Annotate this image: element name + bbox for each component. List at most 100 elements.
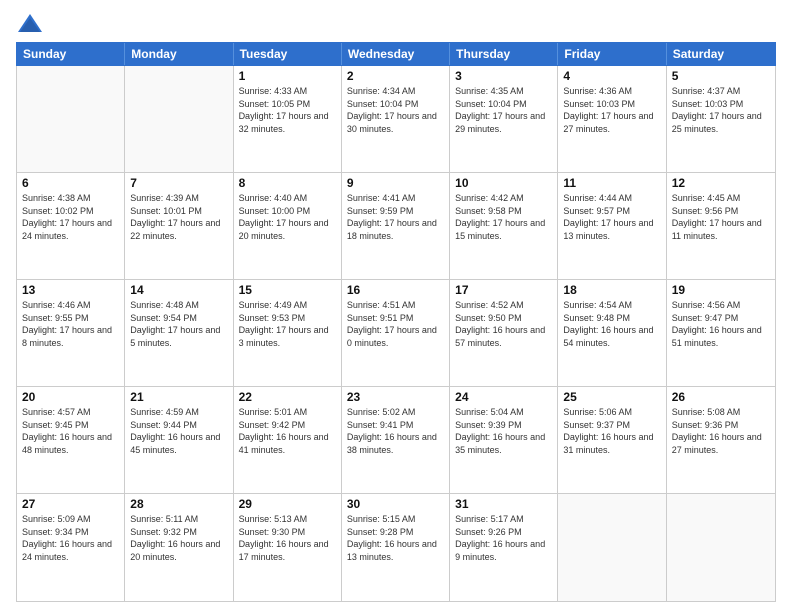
header-cell-friday: Friday [558, 43, 666, 65]
day-info: Sunrise: 4:49 AMSunset: 9:53 PMDaylight:… [239, 299, 336, 349]
day-cell-23: 23 Sunrise: 5:02 AMSunset: 9:41 PMDayligh… [342, 387, 450, 493]
day-number: 15 [239, 283, 336, 297]
day-info: Sunrise: 4:33 AMSunset: 10:05 PMDaylight… [239, 85, 336, 135]
day-cell-2: 2 Sunrise: 4:34 AMSunset: 10:04 PMDayligh… [342, 66, 450, 172]
logo-icon [16, 10, 44, 38]
day-number: 22 [239, 390, 336, 404]
day-cell-18: 18 Sunrise: 4:54 AMSunset: 9:48 PMDayligh… [558, 280, 666, 386]
header-cell-saturday: Saturday [667, 43, 775, 65]
day-number: 25 [563, 390, 660, 404]
calendar-header: SundayMondayTuesdayWednesdayThursdayFrid… [16, 42, 776, 66]
day-info: Sunrise: 4:34 AMSunset: 10:04 PMDaylight… [347, 85, 444, 135]
day-number: 2 [347, 69, 444, 83]
empty-cell [667, 494, 775, 601]
day-info: Sunrise: 4:37 AMSunset: 10:03 PMDaylight… [672, 85, 770, 135]
day-number: 11 [563, 176, 660, 190]
day-info: Sunrise: 4:40 AMSunset: 10:00 PMDaylight… [239, 192, 336, 242]
day-cell-31: 31Sunrise: 5:17 AMSunset: 9:26 PMDayligh… [450, 494, 558, 601]
week-row-5: 27 Sunrise: 5:09 AMSunset: 9:34 PMDayligh… [17, 494, 775, 601]
day-cell-14: 14 Sunrise: 4:48 AMSunset: 9:54 PMDayligh… [125, 280, 233, 386]
day-number: 23 [347, 390, 444, 404]
week-row-3: 13 Sunrise: 4:46 AMSunset: 9:55 PMDayligh… [17, 280, 775, 387]
day-cell-20: 20 Sunrise: 4:57 AMSunset: 9:45 PMDayligh… [17, 387, 125, 493]
day-number: 16 [347, 283, 444, 297]
day-info: Sunrise: 4:45 AMSunset: 9:56 PMDaylight:… [672, 192, 770, 242]
day-number: 27 [22, 497, 119, 511]
day-number: 8 [239, 176, 336, 190]
day-cell-27: 27 Sunrise: 5:09 AMSunset: 9:34 PMDayligh… [17, 494, 125, 601]
day-number: 28 [130, 497, 227, 511]
day-info: Sunrise: 5:15 AMSunset: 9:28 PMDaylight:… [347, 513, 444, 563]
day-number: 12 [672, 176, 770, 190]
day-cell-13: 13 Sunrise: 4:46 AMSunset: 9:55 PMDayligh… [17, 280, 125, 386]
day-number: 13 [22, 283, 119, 297]
day-info: Sunrise: 5:02 AMSunset: 9:41 PMDaylight:… [347, 406, 444, 456]
day-cell-22: 22Sunrise: 5:01 AMSunset: 9:42 PMDayligh… [234, 387, 342, 493]
header-cell-thursday: Thursday [450, 43, 558, 65]
day-cell-7: 7 Sunrise: 4:39 AMSunset: 10:01 PMDayligh… [125, 173, 233, 279]
day-cell-12: 12 Sunrise: 4:45 AMSunset: 9:56 PMDayligh… [667, 173, 775, 279]
day-number: 1 [239, 69, 336, 83]
day-number: 7 [130, 176, 227, 190]
header-cell-tuesday: Tuesday [234, 43, 342, 65]
header-cell-wednesday: Wednesday [342, 43, 450, 65]
day-cell-28: 28Sunrise: 5:11 AMSunset: 9:32 PMDayligh… [125, 494, 233, 601]
day-cell-24: 24 Sunrise: 5:04 AMSunset: 9:39 PMDayligh… [450, 387, 558, 493]
day-cell-17: 17 Sunrise: 4:52 AMSunset: 9:50 PMDayligh… [450, 280, 558, 386]
day-cell-19: 19 Sunrise: 4:56 AMSunset: 9:47 PMDayligh… [667, 280, 775, 386]
day-info: Sunrise: 4:38 AMSunset: 10:02 PMDaylight… [22, 192, 119, 242]
day-cell-11: 11 Sunrise: 4:44 AMSunset: 9:57 PMDayligh… [558, 173, 666, 279]
day-number: 10 [455, 176, 552, 190]
day-info: Sunrise: 5:04 AMSunset: 9:39 PMDaylight:… [455, 406, 552, 456]
header [16, 10, 776, 38]
day-info: Sunrise: 5:08 AMSunset: 9:36 PMDaylight:… [672, 406, 770, 456]
day-number: 6 [22, 176, 119, 190]
day-info: Sunrise: 4:35 AMSunset: 10:04 PMDaylight… [455, 85, 552, 135]
page: SundayMondayTuesdayWednesdayThursdayFrid… [0, 0, 792, 612]
day-cell-1: 1 Sunrise: 4:33 AMSunset: 10:05 PMDayligh… [234, 66, 342, 172]
day-number: 18 [563, 283, 660, 297]
day-info: Sunrise: 4:52 AMSunset: 9:50 PMDaylight:… [455, 299, 552, 349]
day-cell-16: 16 Sunrise: 4:51 AMSunset: 9:51 PMDayligh… [342, 280, 450, 386]
calendar-body: 1 Sunrise: 4:33 AMSunset: 10:05 PMDayligh… [16, 66, 776, 602]
day-cell-5: 5 Sunrise: 4:37 AMSunset: 10:03 PMDayligh… [667, 66, 775, 172]
logo [16, 10, 48, 38]
day-number: 21 [130, 390, 227, 404]
day-number: 24 [455, 390, 552, 404]
day-cell-15: 15 Sunrise: 4:49 AMSunset: 9:53 PMDayligh… [234, 280, 342, 386]
day-info: Sunrise: 4:42 AMSunset: 9:58 PMDaylight:… [455, 192, 552, 242]
week-row-2: 6 Sunrise: 4:38 AMSunset: 10:02 PMDayligh… [17, 173, 775, 280]
day-cell-8: 8 Sunrise: 4:40 AMSunset: 10:00 PMDayligh… [234, 173, 342, 279]
day-info: Sunrise: 5:09 AMSunset: 9:34 PMDaylight:… [22, 513, 119, 563]
day-number: 26 [672, 390, 770, 404]
week-row-4: 20 Sunrise: 4:57 AMSunset: 9:45 PMDayligh… [17, 387, 775, 494]
day-info: Sunrise: 5:13 AMSunset: 9:30 PMDaylight:… [239, 513, 336, 563]
empty-cell [125, 66, 233, 172]
day-number: 5 [672, 69, 770, 83]
day-number: 19 [672, 283, 770, 297]
day-info: Sunrise: 4:46 AMSunset: 9:55 PMDaylight:… [22, 299, 119, 349]
empty-cell [558, 494, 666, 601]
day-cell-4: 4Sunrise: 4:36 AMSunset: 10:03 PMDayligh… [558, 66, 666, 172]
day-cell-6: 6 Sunrise: 4:38 AMSunset: 10:02 PMDayligh… [17, 173, 125, 279]
day-cell-21: 21Sunrise: 4:59 AMSunset: 9:44 PMDayligh… [125, 387, 233, 493]
day-info: Sunrise: 4:51 AMSunset: 9:51 PMDaylight:… [347, 299, 444, 349]
day-number: 14 [130, 283, 227, 297]
day-number: 31 [455, 497, 552, 511]
day-cell-9: 9Sunrise: 4:41 AMSunset: 9:59 PMDaylight… [342, 173, 450, 279]
day-cell-26: 26 Sunrise: 5:08 AMSunset: 9:36 PMDayligh… [667, 387, 775, 493]
day-number: 17 [455, 283, 552, 297]
day-info: Sunrise: 4:44 AMSunset: 9:57 PMDaylight:… [563, 192, 660, 242]
day-number: 20 [22, 390, 119, 404]
day-cell-25: 25 Sunrise: 5:06 AMSunset: 9:37 PMDayligh… [558, 387, 666, 493]
day-number: 30 [347, 497, 444, 511]
day-info: Sunrise: 4:56 AMSunset: 9:47 PMDaylight:… [672, 299, 770, 349]
day-info: Sunrise: 4:39 AMSunset: 10:01 PMDaylight… [130, 192, 227, 242]
day-info: Sunrise: 4:54 AMSunset: 9:48 PMDaylight:… [563, 299, 660, 349]
calendar: SundayMondayTuesdayWednesdayThursdayFrid… [16, 42, 776, 602]
day-info: Sunrise: 4:57 AMSunset: 9:45 PMDaylight:… [22, 406, 119, 456]
day-info: Sunrise: 5:06 AMSunset: 9:37 PMDaylight:… [563, 406, 660, 456]
day-cell-29: 29Sunrise: 5:13 AMSunset: 9:30 PMDayligh… [234, 494, 342, 601]
week-row-1: 1 Sunrise: 4:33 AMSunset: 10:05 PMDayligh… [17, 66, 775, 173]
day-info: Sunrise: 4:48 AMSunset: 9:54 PMDaylight:… [130, 299, 227, 349]
